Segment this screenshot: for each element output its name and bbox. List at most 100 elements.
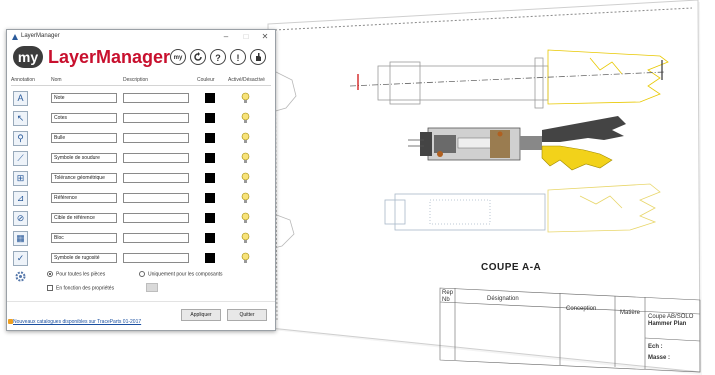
layer-row: ⟋ Symbole de soudure [7, 149, 275, 168]
bulb-icon[interactable] [241, 112, 250, 124]
info-button[interactable]: ! [230, 49, 246, 65]
text-annotation-icon: A [13, 91, 28, 106]
hand-icon [256, 53, 261, 61]
layer-description-field[interactable] [123, 193, 189, 203]
sheet-border [267, 0, 701, 373]
refresh-icon [194, 52, 202, 61]
tb-sub: Hammer Plan [648, 321, 687, 327]
layer-name-field[interactable]: Cible de référence [51, 213, 117, 223]
tb-masse: Masse : [648, 355, 671, 361]
layer-row: ⊿ Référence [7, 189, 275, 208]
layer-row: ↖ Cotes [7, 109, 275, 128]
option-all-parts[interactable]: Pour toutes les pièces [47, 271, 105, 277]
my-logo: my [13, 46, 43, 68]
layer-color-swatch[interactable] [205, 213, 215, 223]
layer-name-field[interactable]: Cotes [51, 113, 117, 123]
bulb-icon[interactable] [241, 192, 250, 204]
window-title: LayerManager [21, 33, 60, 39]
radio-components-only[interactable] [139, 271, 145, 277]
balloon-icon: ⚲ [13, 131, 28, 146]
title-bar: LayerManager – □ ✕ [7, 30, 275, 44]
quit-button[interactable]: Quitter [227, 309, 267, 321]
layer-color-swatch[interactable] [205, 193, 215, 203]
bulb-icon[interactable] [241, 92, 250, 104]
col-annotation: Annotation [11, 77, 35, 83]
bulb-icon[interactable] [241, 232, 250, 244]
minimize-button[interactable]: – [217, 31, 235, 43]
mycadservices-button[interactable]: my [170, 49, 186, 65]
footer-separator [7, 301, 275, 302]
layer-description-field[interactable] [123, 113, 189, 123]
bulb-icon[interactable] [241, 132, 250, 144]
apply-button[interactable]: Appliquer [181, 309, 221, 321]
layer-description-field[interactable] [123, 213, 189, 223]
brand-header: my LayerManager my ? ! [11, 45, 271, 71]
layer-color-swatch[interactable] [205, 233, 215, 243]
option-components-only-label: Uniquement pour les composants [148, 271, 223, 278]
bulb-icon[interactable] [241, 152, 250, 164]
geometric-tolerance-icon: ⊞ [13, 171, 28, 186]
checkbox-by-property[interactable] [47, 285, 53, 291]
layer-name-field[interactable]: Bulle [51, 133, 117, 143]
layer-row: A Note [7, 89, 275, 108]
layer-color-swatch[interactable] [205, 113, 215, 123]
layer-name-field[interactable]: Tolérance géométrique [51, 173, 117, 183]
tb-conception: Conception [566, 306, 597, 312]
layer-name-field[interactable]: Référence [51, 193, 117, 203]
header-separator [11, 85, 271, 86]
layer-row: ⚲ Bulle [7, 129, 275, 148]
layer-description-field[interactable] [123, 93, 189, 103]
layer-description-field[interactable] [123, 173, 189, 183]
layer-row: ⊞ Tolérance géométrique [7, 169, 275, 188]
layer-name-field[interactable]: Symbole de soudure [51, 153, 117, 163]
layer-color-swatch[interactable] [205, 173, 215, 183]
table-icon: ▦ [13, 231, 28, 246]
option-components-only[interactable]: Uniquement pour les composants [139, 271, 223, 277]
option-all-parts-label: Pour toutes les pièces [56, 271, 106, 278]
settings-button[interactable] [250, 49, 266, 65]
tb-designation: Désignation [487, 296, 519, 302]
col-active: Activé/Désactivé [228, 77, 265, 83]
brand-title: LayerManager [48, 47, 171, 67]
gear-icon [15, 271, 26, 282]
help-button[interactable]: ? [210, 49, 226, 65]
datum-target-icon: ⊘ [13, 211, 28, 226]
col-name: Nom [51, 77, 62, 83]
layer-color-swatch[interactable] [205, 133, 215, 143]
layer-color-swatch[interactable] [205, 153, 215, 163]
layer-name-field[interactable]: Note [51, 93, 117, 103]
tb-matiere: Matière [620, 310, 641, 316]
bulb-icon[interactable] [241, 212, 250, 224]
layer-description-field[interactable] [123, 233, 189, 243]
app-icon [12, 34, 18, 40]
maximize-button[interactable]: □ [237, 31, 255, 43]
close-button[interactable]: ✕ [256, 31, 274, 43]
refresh-button[interactable] [190, 49, 206, 65]
bulb-icon[interactable] [241, 252, 250, 264]
tb-company: Coupe AB/SOLO [648, 314, 694, 320]
layer-row: ✓ Symbole de rugosité [7, 249, 275, 268]
properties-button[interactable] [146, 283, 158, 292]
tb-ech: Ech : [648, 344, 663, 350]
catalog-link[interactable]: Nouveaux catalogues disponibles sur Trac… [13, 319, 141, 325]
layer-description-field[interactable] [123, 153, 189, 163]
option-by-property-label: En fonction des propriétés [56, 285, 115, 292]
layer-name-field[interactable]: Bloc [51, 233, 117, 243]
layer-color-swatch[interactable] [205, 93, 215, 103]
layer-description-field[interactable] [123, 253, 189, 263]
layermanager-dialog: LayerManager – □ ✕ my LayerManager my ? … [6, 29, 276, 331]
bulb-icon[interactable] [241, 172, 250, 184]
section-label: COUPE A-A [481, 262, 542, 273]
option-by-property[interactable]: En fonction des propriétés [47, 285, 114, 291]
surface-finish-icon: ✓ [13, 251, 28, 266]
weld-symbol-icon: ⟋ [13, 151, 28, 166]
radio-all-parts[interactable] [47, 271, 53, 277]
dimension-icon: ↖ [13, 111, 28, 126]
layer-description-field[interactable] [123, 133, 189, 143]
col-color: Couleur [197, 77, 215, 83]
tb-ref: Rep [442, 290, 454, 296]
layer-color-swatch[interactable] [205, 253, 215, 263]
layer-name-field[interactable]: Symbole de rugosité [51, 253, 117, 263]
layer-row: ⊘ Cible de référence [7, 209, 275, 228]
col-description: Description [123, 77, 149, 83]
